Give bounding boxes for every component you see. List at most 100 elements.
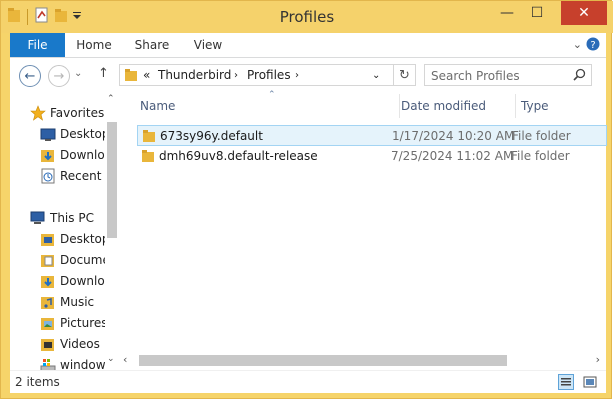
file-name: 673sy96y.default xyxy=(160,129,263,143)
recent-locations-icon[interactable]: ⌄ xyxy=(74,68,82,79)
file-name: dmh69uv8.default-release xyxy=(159,149,318,163)
quick-access-toolbar xyxy=(7,7,82,26)
tab-share[interactable]: Share xyxy=(130,33,174,57)
details-view-button[interactable] xyxy=(558,374,574,390)
status-bar: 2 items xyxy=(10,370,606,393)
nav-pc-videos[interactable]: Videos xyxy=(40,334,100,354)
star-icon xyxy=(30,105,46,121)
scroll-right-icon[interactable]: › xyxy=(596,353,600,366)
file-type: File folder xyxy=(512,129,571,143)
breadcrumb-profiles[interactable]: Profiles xyxy=(247,68,291,82)
forward-button[interactable]: → xyxy=(48,65,70,87)
content-area: Favorites Desktop Downlo Recent p This P… xyxy=(10,90,607,370)
item-count: 2 items xyxy=(15,375,60,389)
nav-pc-windows-drive[interactable]: window xyxy=(40,355,106,370)
nav-label: Music xyxy=(60,295,95,309)
nav-pc-pictures[interactable]: Pictures xyxy=(40,313,108,333)
file-row[interactable]: 673sy96y.default 1/17/2024 10:20 AM File… xyxy=(137,125,607,146)
explorer-window: Profiles — ☐ ✕ File Home Share View ⌄ ? … xyxy=(0,0,613,399)
scrollbar-thumb[interactable] xyxy=(107,122,117,238)
breadcrumb-thunderbird[interactable]: Thunderbird xyxy=(158,68,231,82)
search-icon[interactable] xyxy=(573,68,586,84)
downloads-icon xyxy=(40,147,56,163)
expand-ribbon-icon[interactable]: ⌄ xyxy=(573,38,582,51)
arrow-left-icon: ← xyxy=(24,68,36,84)
folder-icon xyxy=(7,7,21,26)
file-type: File folder xyxy=(511,149,570,163)
chevron-right-icon[interactable]: › xyxy=(295,70,299,81)
nav-pc-music[interactable]: Music xyxy=(40,292,94,312)
nav-label: Downlo xyxy=(60,148,105,162)
tab-view[interactable]: View xyxy=(186,33,230,57)
large-icons-view-button[interactable] xyxy=(582,374,598,390)
desktop-folder-icon xyxy=(40,231,56,247)
nav-favorites[interactable]: Favorites xyxy=(30,103,104,123)
column-header-date[interactable]: Date modified xyxy=(401,94,486,118)
close-icon: ✕ xyxy=(578,5,590,21)
folder-icon xyxy=(141,149,155,170)
videos-folder-icon xyxy=(40,336,56,352)
computer-icon xyxy=(30,210,46,226)
nav-scrollbar[interactable]: ⌃ ⌄ xyxy=(105,92,119,370)
nav-label: window xyxy=(60,358,106,370)
maximize-button[interactable]: ☐ xyxy=(523,1,551,25)
address-row: ← → ⌄ ↑ « Thunderbird › Profiles › ⌄ ↻ xyxy=(10,58,606,92)
nav-pc-documents[interactable]: Docume xyxy=(40,250,110,270)
minimize-icon: — xyxy=(500,5,514,21)
folder-icon xyxy=(124,68,138,85)
downloads-icon xyxy=(40,273,56,289)
scroll-down-icon[interactable]: ⌄ xyxy=(107,354,115,364)
search-box[interactable] xyxy=(424,64,592,86)
back-button[interactable]: ← xyxy=(19,65,41,87)
file-date: 7/25/2024 11:02 AM xyxy=(391,149,514,163)
scroll-up-icon[interactable]: ⌃ xyxy=(107,94,115,104)
music-folder-icon xyxy=(40,294,56,310)
new-folder-icon[interactable] xyxy=(53,7,69,26)
nav-label: Videos xyxy=(60,337,100,351)
search-input[interactable] xyxy=(429,67,571,85)
column-divider[interactable] xyxy=(515,94,516,118)
column-header-type[interactable]: Type xyxy=(521,94,549,118)
nav-label: Pictures xyxy=(60,316,108,330)
nav-label: Desktop xyxy=(60,127,110,141)
nav-pc-desktop[interactable]: Desktop xyxy=(40,229,110,249)
help-icon[interactable]: ? xyxy=(586,37,600,54)
qat-separator xyxy=(27,8,28,25)
scroll-left-icon[interactable]: ‹ xyxy=(123,353,127,366)
arrow-right-icon: → xyxy=(53,68,65,84)
column-divider[interactable] xyxy=(399,94,400,118)
sort-ascending-icon: ⌃ xyxy=(268,90,276,100)
nav-pc-downloads[interactable]: Downlo xyxy=(40,271,105,291)
close-button[interactable]: ✕ xyxy=(561,1,607,25)
refresh-button[interactable]: ↻ xyxy=(394,64,416,86)
tab-home[interactable]: Home xyxy=(72,33,116,57)
file-row[interactable]: dmh69uv8.default-release 7/25/2024 11:02… xyxy=(137,146,607,167)
nav-favorite-downloads[interactable]: Downlo xyxy=(40,145,105,165)
nav-favorite-desktop[interactable]: Desktop xyxy=(40,124,110,144)
refresh-icon: ↻ xyxy=(399,67,410,83)
file-date: 1/17/2024 10:20 AM xyxy=(392,129,515,143)
properties-icon[interactable] xyxy=(34,7,50,26)
up-arrow-icon[interactable]: ↑ xyxy=(98,66,109,81)
horizontal-scrollbar[interactable]: ‹ › xyxy=(119,351,606,370)
nav-label: This PC xyxy=(50,211,94,225)
maximize-icon: ☐ xyxy=(530,5,544,21)
window-title: Profiles xyxy=(279,8,335,26)
title-bar: Profiles — ☐ ✕ xyxy=(1,1,613,33)
chevron-right-icon[interactable]: › xyxy=(234,70,238,81)
tab-file[interactable]: File xyxy=(10,33,65,57)
drive-icon xyxy=(40,357,56,370)
scrollbar-thumb[interactable] xyxy=(139,355,507,366)
svg-text:?: ? xyxy=(590,40,595,51)
nav-favorite-recent[interactable]: Recent p xyxy=(40,166,113,186)
customize-qat-icon[interactable] xyxy=(72,7,82,26)
nav-this-pc[interactable]: This PC xyxy=(30,208,94,228)
address-bar[interactable]: « Thunderbird › Profiles › ⌄ xyxy=(119,64,394,86)
large-icons-view-icon xyxy=(583,376,597,388)
column-header-name[interactable]: Name xyxy=(140,94,175,118)
breadcrumb-overflow[interactable]: « xyxy=(143,68,150,82)
file-list-pane: ⌃ Name Date modified Type 673sy96y.defau… xyxy=(119,90,607,370)
address-dropdown-icon[interactable]: ⌄ xyxy=(372,70,380,81)
minimize-button[interactable]: — xyxy=(493,1,521,25)
pictures-folder-icon xyxy=(40,315,56,331)
